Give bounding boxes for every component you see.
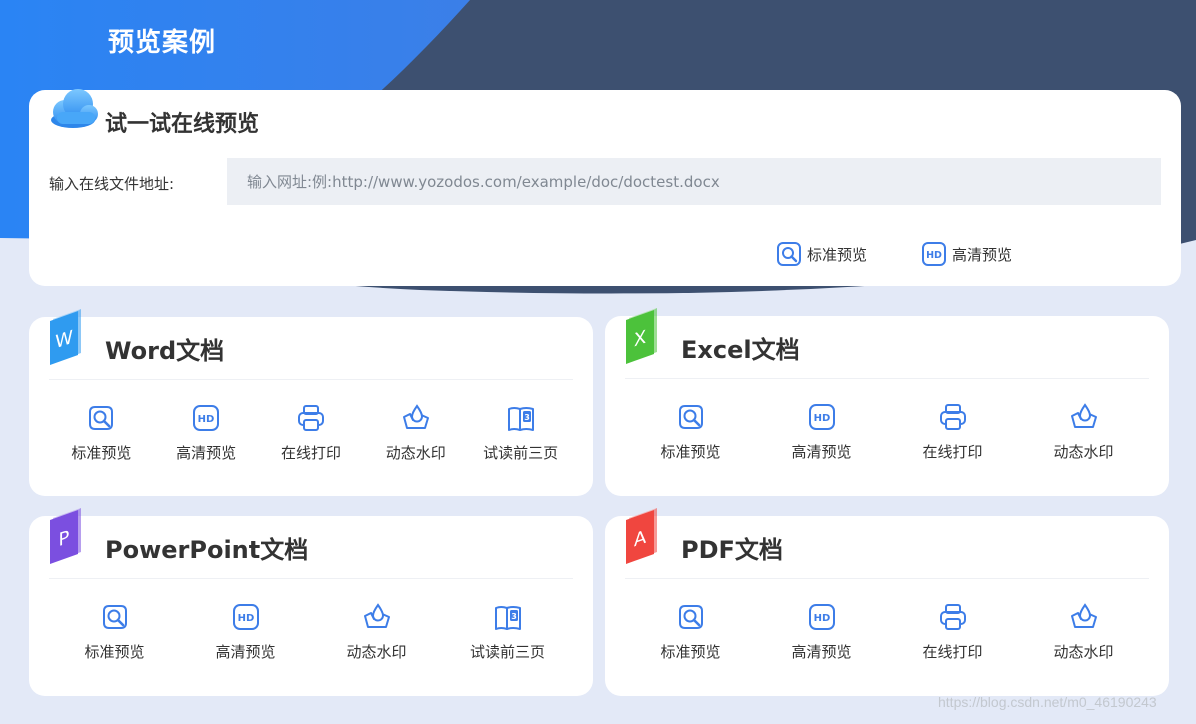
doc-card-title: PDF文档: [681, 536, 783, 564]
hd-preview-label: 高清预览: [952, 245, 1013, 264]
action-label: 试读前三页: [483, 444, 559, 462]
card-divider: [49, 578, 573, 579]
action-magnifier-button[interactable]: 标准预览: [65, 602, 165, 662]
action-watermark-button[interactable]: 动态水印: [1034, 602, 1134, 662]
doc-card-pdf: A PDF文档标准预览 HD 高清预览 在线打印 动态水印: [605, 508, 1169, 696]
svg-text:HD: HD: [237, 613, 254, 624]
try-panel-title: 试一试在线预览: [105, 112, 260, 137]
watermark: https://blog.csdn.net/m0_46190243: [938, 694, 1157, 710]
action-watermark-button[interactable]: 动态水印: [1034, 402, 1134, 462]
magnifier-icon: [777, 242, 801, 266]
action-label: 高清预览: [791, 443, 852, 461]
action-label: 高清预览: [791, 643, 852, 661]
hd-icon: HD: [808, 404, 835, 430]
action-printer-button[interactable]: 在线打印: [903, 602, 1003, 662]
card-divider: [49, 379, 573, 380]
standard-preview-button[interactable]: 标准预览: [776, 240, 867, 268]
action-hd-button[interactable]: HD 高清预览: [772, 402, 872, 462]
action-label: 高清预览: [176, 444, 237, 462]
page-title: 预览案例: [108, 28, 217, 58]
excel-icon: X: [626, 308, 657, 364]
action-list: 标准预览 HD 高清预览 在线打印 动态水印: [625, 602, 1149, 662]
doc-card-title: PowerPoint文档: [105, 536, 309, 564]
watermark-icon: [363, 603, 390, 628]
action-hd-button[interactable]: HD 高清预览: [772, 602, 872, 662]
action-label: 标准预览: [660, 643, 721, 661]
magnifier-icon: [89, 406, 114, 430]
action-printer-button[interactable]: 在线打印: [261, 403, 361, 463]
doc-card-excel: X Excel文档标准预览 HD 高清预览 在线打印 动态水印: [605, 308, 1169, 496]
printer-icon: [939, 604, 966, 630]
svg-text:3: 3: [524, 413, 530, 422]
book-icon: 3: [507, 407, 534, 431]
action-label: 动态水印: [385, 444, 446, 462]
card-divider: [625, 578, 1149, 579]
action-label: 标准预览: [660, 443, 721, 461]
hd-icon: HD: [232, 604, 259, 630]
try-preview-panel: 试一试在线预览 输入在线文件地址: 标准预览 HD 高清预览: [29, 89, 1181, 286]
doc-card-powerpoint: P PowerPoint文档标准预览 HD 高清预览 动态水印 3 试读前三页: [29, 508, 593, 696]
action-label: 标准预览: [84, 643, 145, 661]
action-label: 在线打印: [280, 444, 341, 462]
magnifier-icon: [678, 605, 703, 629]
svg-text:X: X: [634, 327, 647, 352]
svg-text:HD: HD: [926, 250, 942, 261]
url-input[interactable]: [227, 158, 1161, 205]
watermark-icon: [402, 404, 429, 429]
pdf-icon: A: [626, 508, 657, 564]
action-watermark-button[interactable]: 动态水印: [366, 403, 466, 463]
action-watermark-button[interactable]: 动态水印: [327, 602, 427, 662]
action-label: 动态水印: [1053, 443, 1114, 461]
svg-text:A: A: [634, 527, 647, 552]
hd-preview-button[interactable]: HD 高清预览: [921, 240, 1012, 268]
action-label: 高清预览: [215, 643, 276, 661]
action-label: 在线打印: [922, 643, 983, 661]
cloud-icon: [51, 89, 98, 128]
standard-preview-label: 标准预览: [807, 245, 868, 264]
action-magnifier-button[interactable]: 标准预览: [51, 403, 151, 463]
svg-text:P: P: [59, 527, 70, 551]
action-list: 标准预览 HD 高清预览 在线打印 动态水印: [625, 402, 1149, 462]
card-divider: [625, 378, 1149, 379]
svg-text:HD: HD: [813, 413, 830, 424]
svg-text:3: 3: [511, 612, 517, 621]
action-label: 动态水印: [346, 643, 407, 661]
action-label: 动态水印: [1053, 643, 1114, 661]
magnifier-icon: [678, 405, 703, 429]
action-hd-button[interactable]: HD 高清预览: [156, 403, 256, 463]
hd-icon: HD: [808, 604, 835, 630]
doc-card-word: W Word文档标准预览 HD 高清预览 在线打印 动态水印 3 试读前三页: [29, 309, 593, 496]
action-list: 标准预览 HD 高清预览 在线打印 动态水印 3 试读前三页: [49, 403, 573, 463]
action-magnifier-button[interactable]: 标准预览: [641, 402, 741, 462]
action-book-button[interactable]: 3 试读前三页: [458, 602, 558, 662]
watermark-icon: [1070, 403, 1097, 428]
word-icon: W: [50, 309, 81, 365]
magnifier-icon: [102, 605, 127, 629]
action-hd-button[interactable]: HD 高清预览: [196, 602, 296, 662]
hd-icon: HD: [193, 405, 220, 431]
action-label: 在线打印: [922, 443, 983, 461]
svg-text:HD: HD: [813, 613, 830, 624]
action-label: 试读前三页: [469, 643, 545, 661]
url-label: 输入在线文件地址:: [49, 175, 175, 193]
action-printer-button[interactable]: 在线打印: [903, 402, 1003, 462]
watermark-icon: [1070, 603, 1097, 628]
action-magnifier-button[interactable]: 标准预览: [641, 602, 741, 662]
printer-icon: [939, 404, 966, 430]
action-list: 标准预览 HD 高清预览 动态水印 3 试读前三页: [49, 602, 573, 662]
doc-card-title: Excel文档: [681, 336, 800, 364]
printer-icon: [297, 405, 324, 431]
action-label: 标准预览: [71, 444, 132, 462]
hd-icon: HD: [922, 242, 946, 266]
svg-text:HD: HD: [198, 414, 215, 425]
powerpoint-icon: P: [50, 508, 81, 564]
book-icon: 3: [494, 606, 521, 630]
action-book-button[interactable]: 3 试读前三页: [471, 403, 571, 463]
doc-card-title: Word文档: [105, 337, 225, 365]
